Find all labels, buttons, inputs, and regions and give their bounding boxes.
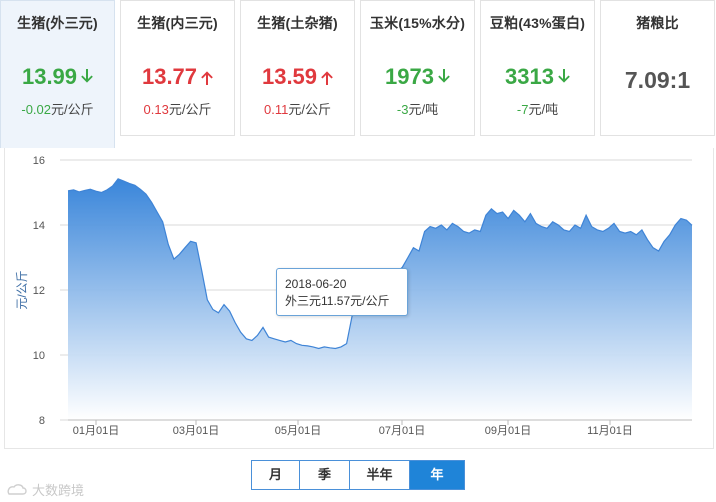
watermark-text: 大数跨境 xyxy=(32,483,85,498)
x-tick-label: 03月01日 xyxy=(173,425,219,437)
range-selector: 月 季 半年 年 xyxy=(251,460,465,490)
x-tick-label: 07月01日 xyxy=(379,425,425,437)
watermark-logo-icon xyxy=(7,483,27,495)
x-tick-label: 09月01日 xyxy=(485,425,531,437)
y-tick-label: 10 xyxy=(33,350,45,362)
y-tick-label: 8 xyxy=(39,415,45,427)
tooltip-value: 外三元11.57元/公斤 xyxy=(285,294,390,308)
range-button-quarter[interactable]: 季 xyxy=(300,461,350,489)
y-tick-label: 12 xyxy=(33,285,45,297)
x-tick-label: 01月01日 xyxy=(73,425,119,437)
chart-tooltip: 2018-06-20 外三元11.57元/公斤 xyxy=(276,268,408,316)
y-tick-label: 16 xyxy=(33,155,45,167)
y-tick-label: 14 xyxy=(33,220,45,232)
y-axis-label: 元/公斤 xyxy=(15,270,29,309)
range-button-half-year[interactable]: 半年 xyxy=(350,461,410,489)
x-tick-label: 05月01日 xyxy=(275,425,321,437)
range-button-month[interactable]: 月 xyxy=(252,461,300,489)
x-tick-label: 11月01日 xyxy=(587,425,633,437)
range-button-year[interactable]: 年 xyxy=(410,461,464,489)
tooltip-date: 2018-06-20 xyxy=(285,277,347,291)
price-area-chart[interactable]: 16 14 12 10 8 元/公斤 01月01日 03月01日 05月01日 07月01日 09月… xyxy=(0,0,716,460)
watermark: 大数跨境 xyxy=(6,480,84,499)
